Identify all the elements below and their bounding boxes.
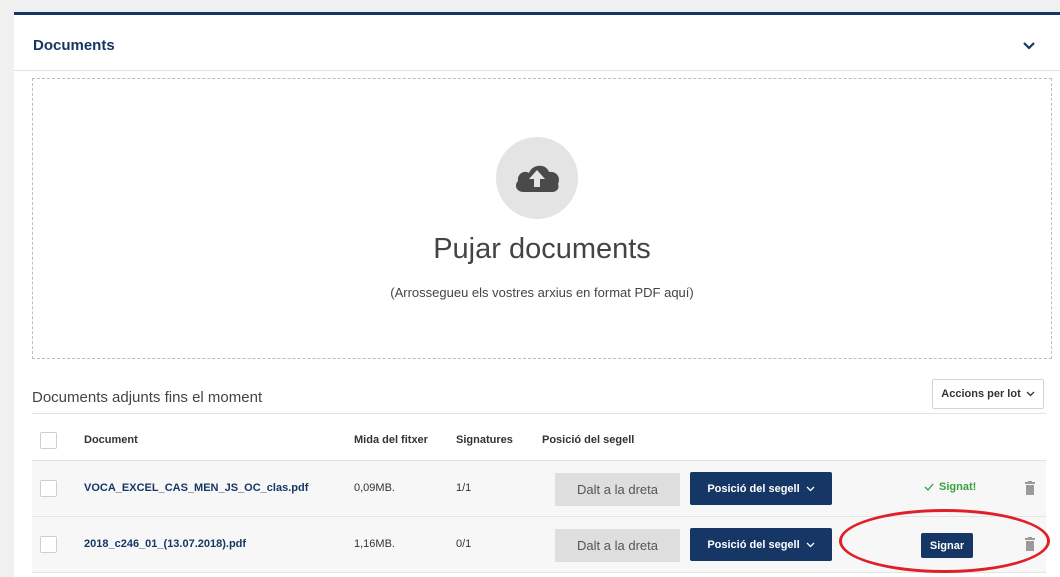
upload-hint: (Arrossegueu els vostres arxius en forma…: [390, 285, 694, 300]
header-size: Mida del fitxer: [354, 434, 428, 446]
table-row: VOCA_EXCEL_CAS_MEN_JS_OC_clas.pdf 0,09MB…: [32, 461, 1046, 517]
document-name-link[interactable]: 2018_c246_01_(13.07.2018).pdf: [84, 538, 246, 550]
attached-section-title: Documents adjunts fins el moment: [32, 389, 263, 406]
signature-count: 0/1: [456, 538, 472, 550]
row-checkbox[interactable]: [40, 480, 57, 497]
signed-status-label: Signat!: [939, 481, 977, 493]
header-signatures: Signatures: [456, 434, 513, 446]
chevron-down-icon: [806, 486, 815, 491]
panel-header[interactable]: Documents: [14, 15, 1060, 71]
header-seal-position: Posició del segell: [542, 434, 635, 446]
panel-title: Documents: [33, 37, 115, 54]
sign-button-highlight-circle: [839, 509, 1050, 573]
table-header: Document Mida del fitxer Signatures Posi…: [32, 414, 1046, 461]
seal-position-button[interactable]: Posició del segell: [690, 472, 832, 505]
upload-icon-circle: [496, 137, 578, 219]
chevron-down-icon[interactable]: [1020, 37, 1038, 55]
chevron-down-icon: [806, 542, 815, 547]
seal-position-button-label: Posició del segell: [707, 538, 800, 551]
batch-actions-dropdown[interactable]: Accions per lot: [932, 379, 1044, 409]
signed-status: Signat!: [924, 481, 976, 493]
seal-position-button-label: Posició del segell: [707, 482, 800, 495]
cloud-upload-icon: [516, 165, 559, 192]
file-size: 0,09MB.: [354, 482, 395, 494]
file-size: 1,16MB.: [354, 538, 395, 550]
row-checkbox[interactable]: [40, 536, 57, 553]
check-icon: [924, 483, 934, 491]
documents-panel: Documents Pujar documents (Arrossegueu e…: [14, 12, 1060, 577]
trash-icon[interactable]: [1024, 481, 1036, 495]
header-document: Document: [84, 434, 138, 446]
seal-position-value: Dalt a la dreta: [555, 473, 680, 506]
seal-position-value: Dalt a la dreta: [555, 529, 680, 562]
select-all-checkbox[interactable]: [40, 432, 57, 449]
seal-position-button[interactable]: Posició del segell: [690, 528, 832, 561]
chevron-down-icon: [1026, 391, 1035, 397]
upload-title: Pujar documents: [433, 233, 651, 265]
signature-count: 1/1: [456, 482, 472, 494]
document-name-link[interactable]: VOCA_EXCEL_CAS_MEN_JS_OC_clas.pdf: [84, 482, 308, 494]
batch-actions-label: Accions per lot: [941, 388, 1021, 400]
upload-dropzone[interactable]: Pujar documents (Arrossegueu els vostres…: [32, 78, 1052, 359]
